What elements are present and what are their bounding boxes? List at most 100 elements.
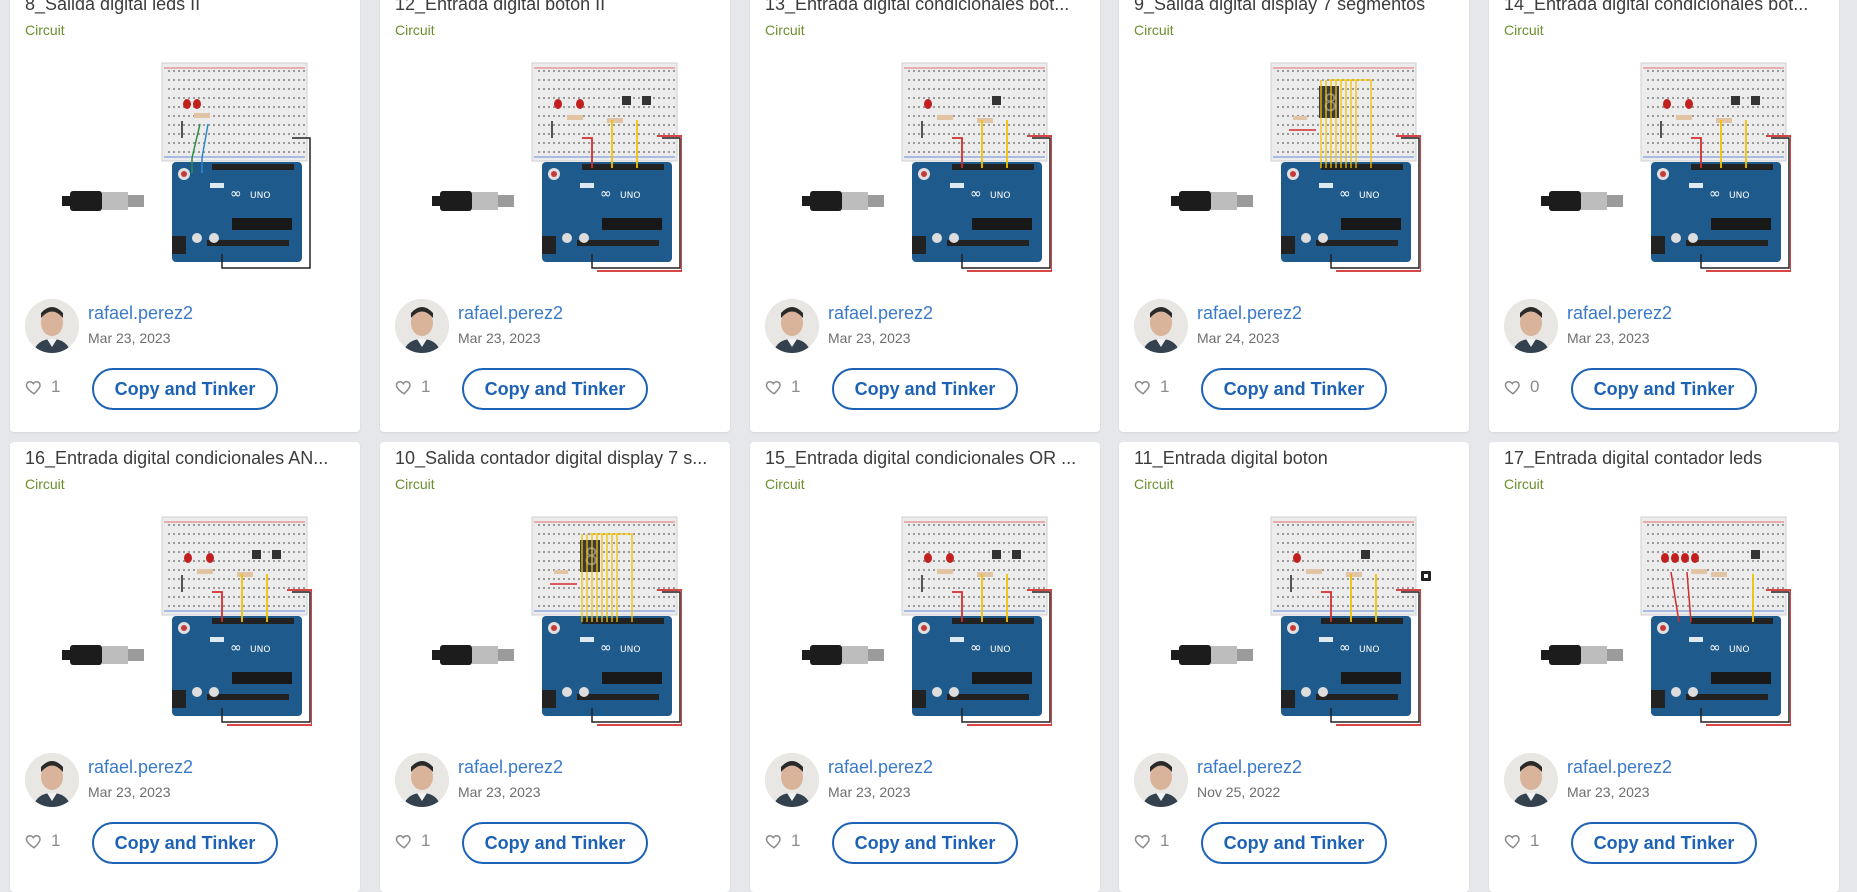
project-date: Mar 23, 2023 xyxy=(88,784,171,800)
project-title[interactable]: 13_Entrada digital condicionales bot... xyxy=(765,0,1090,15)
heart-outline-icon xyxy=(25,378,43,396)
author-link[interactable]: rafael.perez2 xyxy=(1197,303,1302,324)
project-title[interactable]: 10_Salida contador digital display 7 s..… xyxy=(395,448,720,469)
project-date: Mar 23, 2023 xyxy=(828,330,911,346)
project-date: Mar 24, 2023 xyxy=(1197,330,1280,346)
project-title[interactable]: 8_Salida digital leds II xyxy=(25,0,350,15)
author-link[interactable]: rafael.perez2 xyxy=(88,303,193,324)
project-date: Mar 23, 2023 xyxy=(828,784,911,800)
heart-outline-icon xyxy=(1134,378,1152,396)
copy-and-tinker-button[interactable]: Copy and Tinker xyxy=(1571,822,1757,864)
user-avatar[interactable] xyxy=(25,299,79,353)
copy-and-tinker-button[interactable]: Copy and Tinker xyxy=(832,822,1018,864)
copy-and-tinker-button[interactable]: Copy and Tinker xyxy=(92,368,278,410)
copy-and-tinker-button[interactable]: Copy and Tinker xyxy=(1571,368,1757,410)
project-type-label: Circuit xyxy=(1504,476,1544,492)
author-link[interactable]: rafael.perez2 xyxy=(1197,757,1302,778)
author-link[interactable]: rafael.perez2 xyxy=(828,303,933,324)
project-grid: 8_Salida digital leds II Circuit ∞ UNO rafae… xyxy=(0,0,1857,892)
project-card[interactable]: 15_Entrada digital condicionales OR ... C… xyxy=(750,442,1100,892)
project-card[interactable]: 17_Entrada digital contador leds Circuit ∞… xyxy=(1489,442,1839,892)
svg-text:UNO: UNO xyxy=(990,645,1010,655)
user-avatar[interactable] xyxy=(25,753,79,807)
svg-text:UNO: UNO xyxy=(1359,191,1379,201)
author-link[interactable]: rafael.perez2 xyxy=(88,757,193,778)
project-card[interactable]: 13_Entrada digital condicionales bot... C… xyxy=(750,0,1100,432)
svg-text:UNO: UNO xyxy=(620,645,640,655)
like-button[interactable]: 1 xyxy=(1134,831,1169,851)
project-type-label: Circuit xyxy=(1504,22,1544,38)
project-date: Nov 25, 2022 xyxy=(1197,784,1281,800)
svg-text:∞: ∞ xyxy=(230,186,242,202)
like-button[interactable]: 1 xyxy=(25,377,60,397)
user-avatar[interactable] xyxy=(1134,299,1188,353)
like-count: 1 xyxy=(421,831,431,850)
svg-text:UNO: UNO xyxy=(250,191,270,201)
user-avatar[interactable] xyxy=(1134,753,1188,807)
author-link[interactable]: rafael.perez2 xyxy=(458,757,563,778)
project-card[interactable]: 8_Salida digital leds II Circuit ∞ UNO rafae… xyxy=(10,0,360,432)
circuit-thumbnail[interactable]: ∞ UNO 8 xyxy=(432,512,683,732)
author-link[interactable]: rafael.perez2 xyxy=(828,757,933,778)
circuit-thumbnail[interactable]: ∞ UNO xyxy=(62,58,312,278)
author-link[interactable]: rafael.perez2 xyxy=(1567,757,1672,778)
project-type-label: Circuit xyxy=(1134,22,1174,38)
svg-text:∞: ∞ xyxy=(1339,640,1351,656)
like-button[interactable]: 0 xyxy=(1504,377,1539,397)
user-avatar[interactable] xyxy=(395,753,449,807)
project-card[interactable]: 9_Salida digital display 7 segmentos Circ… xyxy=(1119,0,1469,432)
circuit-thumbnail[interactable]: ∞ UNO xyxy=(802,58,1053,278)
project-title[interactable]: 15_Entrada digital condicionales OR ... xyxy=(765,448,1090,469)
project-card[interactable]: 14_Entrada digital condicionales bot... C… xyxy=(1489,0,1839,432)
circuit-thumbnail[interactable]: ∞ UNO xyxy=(432,58,683,278)
heart-outline-icon xyxy=(1504,832,1522,850)
like-button[interactable]: 1 xyxy=(1504,831,1539,851)
like-button[interactable]: 1 xyxy=(765,377,800,397)
project-title[interactable]: 14_Entrada digital condicionales bot... xyxy=(1504,0,1829,15)
like-count: 1 xyxy=(791,377,801,396)
circuit-thumbnail[interactable]: ∞ UNO xyxy=(802,512,1053,732)
like-button[interactable]: 1 xyxy=(1134,377,1169,397)
project-title[interactable]: 9_Salida digital display 7 segmentos xyxy=(1134,0,1459,15)
project-card[interactable]: 10_Salida contador digital display 7 s..… xyxy=(380,442,730,892)
author-link[interactable]: rafael.perez2 xyxy=(458,303,563,324)
project-title[interactable]: 11_Entrada digital boton xyxy=(1134,448,1459,469)
user-avatar[interactable] xyxy=(765,299,819,353)
circuit-thumbnail[interactable]: ∞ UNO xyxy=(1541,512,1792,732)
circuit-thumbnail[interactable]: ∞ UNO xyxy=(1541,58,1792,278)
user-avatar[interactable] xyxy=(765,753,819,807)
author-link[interactable]: rafael.perez2 xyxy=(1567,303,1672,324)
svg-text:∞: ∞ xyxy=(1709,640,1721,656)
user-avatar[interactable] xyxy=(1504,753,1558,807)
svg-text:∞: ∞ xyxy=(970,186,982,202)
circuit-thumbnail[interactable]: ∞ UNO 8 xyxy=(1171,58,1422,278)
circuit-thumbnail[interactable]: ∞ UNO xyxy=(62,512,313,732)
project-title[interactable]: 16_Entrada digital condicionales AN... xyxy=(25,448,350,469)
project-card[interactable]: 11_Entrada digital boton Circuit ∞ UNO rafae… xyxy=(1119,442,1469,892)
project-date: Mar 23, 2023 xyxy=(458,330,541,346)
like-button[interactable]: 1 xyxy=(765,831,800,851)
copy-and-tinker-button[interactable]: Copy and Tinker xyxy=(462,822,648,864)
like-button[interactable]: 1 xyxy=(25,831,60,851)
circuit-thumbnail[interactable]: ∞ UNO xyxy=(1171,512,1422,732)
heart-outline-icon xyxy=(395,832,413,850)
copy-and-tinker-button[interactable]: Copy and Tinker xyxy=(462,368,648,410)
heart-outline-icon xyxy=(25,832,43,850)
copy-and-tinker-button[interactable]: Copy and Tinker xyxy=(832,368,1018,410)
like-button[interactable]: 1 xyxy=(395,831,430,851)
project-title[interactable]: 12_Entrada digital boton II xyxy=(395,0,720,15)
like-button[interactable]: 1 xyxy=(395,377,430,397)
project-card[interactable]: 16_Entrada digital condicionales AN... Ci… xyxy=(10,442,360,892)
copy-and-tinker-button[interactable]: Copy and Tinker xyxy=(1201,368,1387,410)
copy-and-tinker-button[interactable]: Copy and Tinker xyxy=(1201,822,1387,864)
svg-text:UNO: UNO xyxy=(1729,191,1749,201)
svg-text:UNO: UNO xyxy=(1359,645,1379,655)
project-title[interactable]: 17_Entrada digital contador leds xyxy=(1504,448,1829,469)
project-card[interactable]: 12_Entrada digital boton II Circuit ∞ UNO ra… xyxy=(380,0,730,432)
user-avatar[interactable] xyxy=(1504,299,1558,353)
heart-outline-icon xyxy=(765,832,783,850)
svg-text:∞: ∞ xyxy=(1709,186,1721,202)
stray-handle-icon[interactable] xyxy=(1420,570,1432,582)
copy-and-tinker-button[interactable]: Copy and Tinker xyxy=(92,822,278,864)
user-avatar[interactable] xyxy=(395,299,449,353)
